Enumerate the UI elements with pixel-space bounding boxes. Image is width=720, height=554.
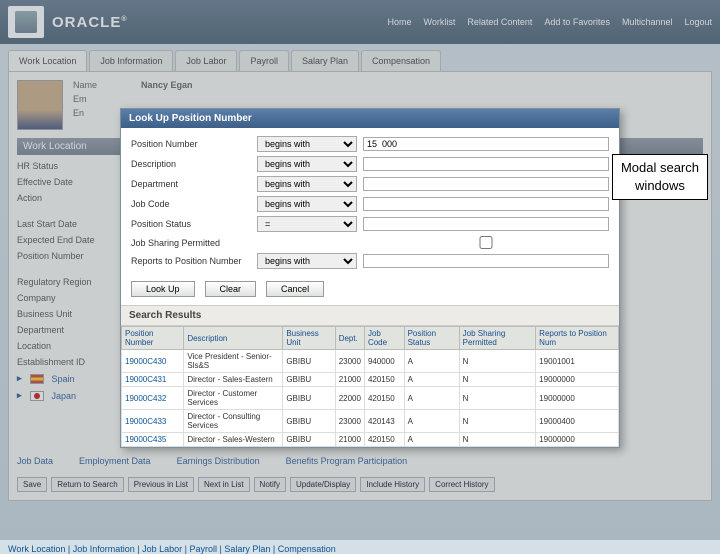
table-header[interactable]: Dept.	[335, 327, 364, 350]
search-label: Description	[131, 159, 251, 169]
lookup-modal: Look Up Position Number Position Number b…	[120, 108, 620, 448]
table-header[interactable]: Job Code	[364, 327, 404, 350]
results-table: Position NumberDescriptionBusiness UnitD…	[121, 326, 619, 447]
search-label: Reports to Position Number	[131, 256, 251, 266]
table-row[interactable]: 19000C433Director - Consulting ServicesG…	[122, 410, 619, 433]
search-input[interactable]	[363, 197, 609, 211]
table-header[interactable]: Reports to Position Num	[536, 327, 619, 350]
table-row[interactable]: 19000C430Vice President - Senior-Sls&SGB…	[122, 350, 619, 373]
search-label: Department	[131, 179, 251, 189]
table-header[interactable]: Description	[184, 327, 283, 350]
search-checkbox[interactable]	[363, 236, 609, 249]
clear-button[interactable]: Clear	[205, 281, 257, 297]
table-header[interactable]: Business Unit	[283, 327, 335, 350]
results-title: Search Results	[121, 305, 619, 326]
breadcrumb: Work Location | Job Information | Job La…	[8, 544, 336, 554]
search-input[interactable]	[363, 137, 609, 151]
search-op[interactable]: begins with	[257, 156, 357, 172]
table-row[interactable]: 19000C431Director - Sales-EasternGBIBU21…	[122, 373, 619, 387]
search-op[interactable]: begins with	[257, 253, 357, 269]
search-op[interactable]: =	[257, 216, 357, 232]
annotation-callout: Modal searchwindows	[612, 154, 708, 200]
search-label: Position Status	[131, 219, 251, 229]
search-op[interactable]: begins with	[257, 136, 357, 152]
table-row[interactable]: 19000C435Director - Sales-WesternGBIBU21…	[122, 433, 619, 447]
search-op[interactable]: begins with	[257, 176, 357, 192]
search-input[interactable]	[363, 177, 609, 191]
search-label: Job Code	[131, 199, 251, 209]
search-label: Position Number	[131, 139, 251, 149]
lookup-button[interactable]: Look Up	[131, 281, 195, 297]
table-header[interactable]: Job Sharing Permitted	[459, 327, 536, 350]
table-row[interactable]: 19000C432Director - Customer ServicesGBI…	[122, 387, 619, 410]
search-label: Job Sharing Permitted	[131, 238, 251, 248]
search-op[interactable]: begins with	[257, 196, 357, 212]
search-input[interactable]	[363, 217, 609, 231]
cancel-button[interactable]: Cancel	[266, 281, 324, 297]
table-header[interactable]: Position Status	[404, 327, 459, 350]
search-input[interactable]	[363, 157, 609, 171]
table-header[interactable]: Position Number	[122, 327, 184, 350]
search-input[interactable]	[363, 254, 609, 268]
modal-title: Look Up Position Number	[121, 109, 619, 128]
